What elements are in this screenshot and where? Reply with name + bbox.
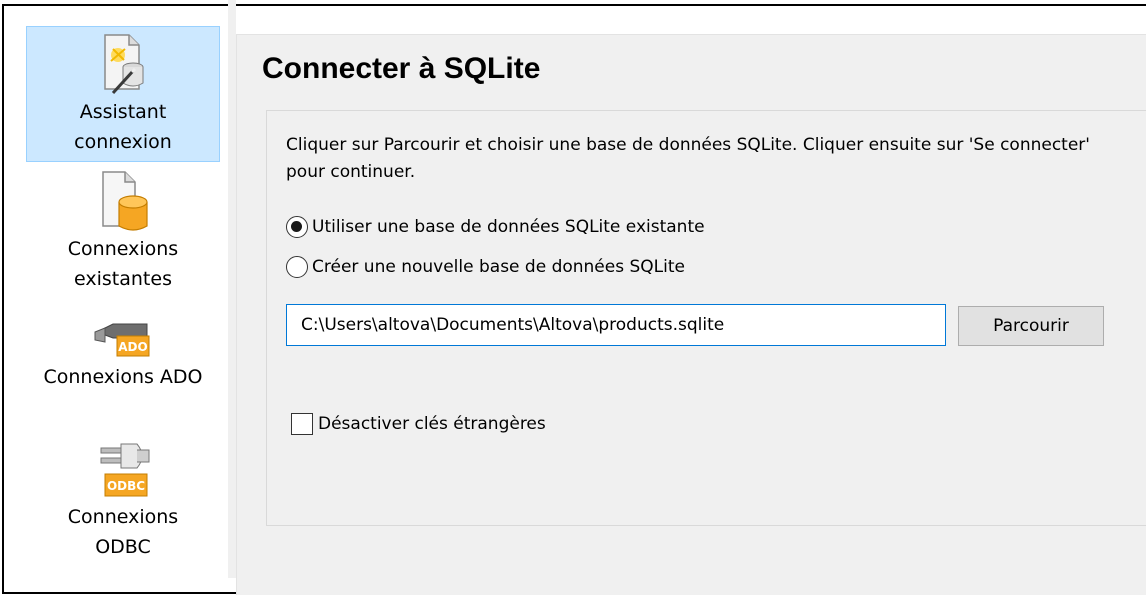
sidebar-item-label: Connexions bbox=[26, 502, 220, 532]
sidebar-item-odbc-connections[interactable]: ODBC Connexions ODBC bbox=[26, 440, 220, 576]
existing-connections-icon bbox=[91, 168, 155, 234]
radio-button[interactable] bbox=[286, 256, 308, 278]
browse-button[interactable]: Parcourir bbox=[958, 306, 1104, 346]
odbc-icon-text: ODBC bbox=[107, 479, 145, 493]
sidebar-item-label: connexion bbox=[27, 127, 219, 157]
radio-label: Utiliser une base de données SQLite exis… bbox=[312, 217, 705, 237]
sidebar-item-label: Connexions bbox=[26, 234, 220, 264]
connection-type-sidebar: Assistant connexion Connexions existante… bbox=[0, 0, 224, 578]
sidebar-item-label: ODBC bbox=[26, 532, 220, 562]
sidebar-item-label: Connexions ADO bbox=[26, 362, 220, 392]
sidebar-item-existing-connections[interactable]: Connexions existantes bbox=[26, 166, 220, 300]
connection-wizard-icon bbox=[91, 31, 155, 97]
sidebar-item-ado-connections[interactable]: ADO Connexions ADO bbox=[26, 312, 220, 410]
page-title: Connecter à SQLite bbox=[262, 52, 540, 86]
radio-button-checked[interactable] bbox=[286, 216, 308, 238]
checkbox-label: Désactiver clés étrangères bbox=[318, 414, 546, 434]
radio-label: Créer une nouvelle base de données SQLit… bbox=[312, 257, 685, 277]
instructions-text: Cliquer sur Parcourir et choisir une bas… bbox=[286, 132, 1106, 186]
sidebar-item-label: existantes bbox=[26, 264, 220, 294]
disable-foreign-keys-checkbox[interactable] bbox=[291, 413, 313, 435]
disable-foreign-keys-option[interactable]: Désactiver clés étrangères bbox=[291, 412, 546, 436]
odbc-icon: ODBC bbox=[91, 440, 155, 502]
database-path-input[interactable] bbox=[286, 304, 946, 346]
sidebar-item-label: Assistant bbox=[27, 97, 219, 127]
radio-create-new[interactable]: Créer une nouvelle base de données SQLit… bbox=[286, 255, 685, 279]
radio-use-existing[interactable]: Utiliser une base de données SQLite exis… bbox=[286, 215, 705, 239]
ado-icon: ADO bbox=[91, 316, 155, 362]
sidebar-separator bbox=[228, 0, 236, 578]
ado-icon-text: ADO bbox=[118, 340, 147, 354]
sidebar-item-connection-wizard[interactable]: Assistant connexion bbox=[26, 26, 220, 162]
